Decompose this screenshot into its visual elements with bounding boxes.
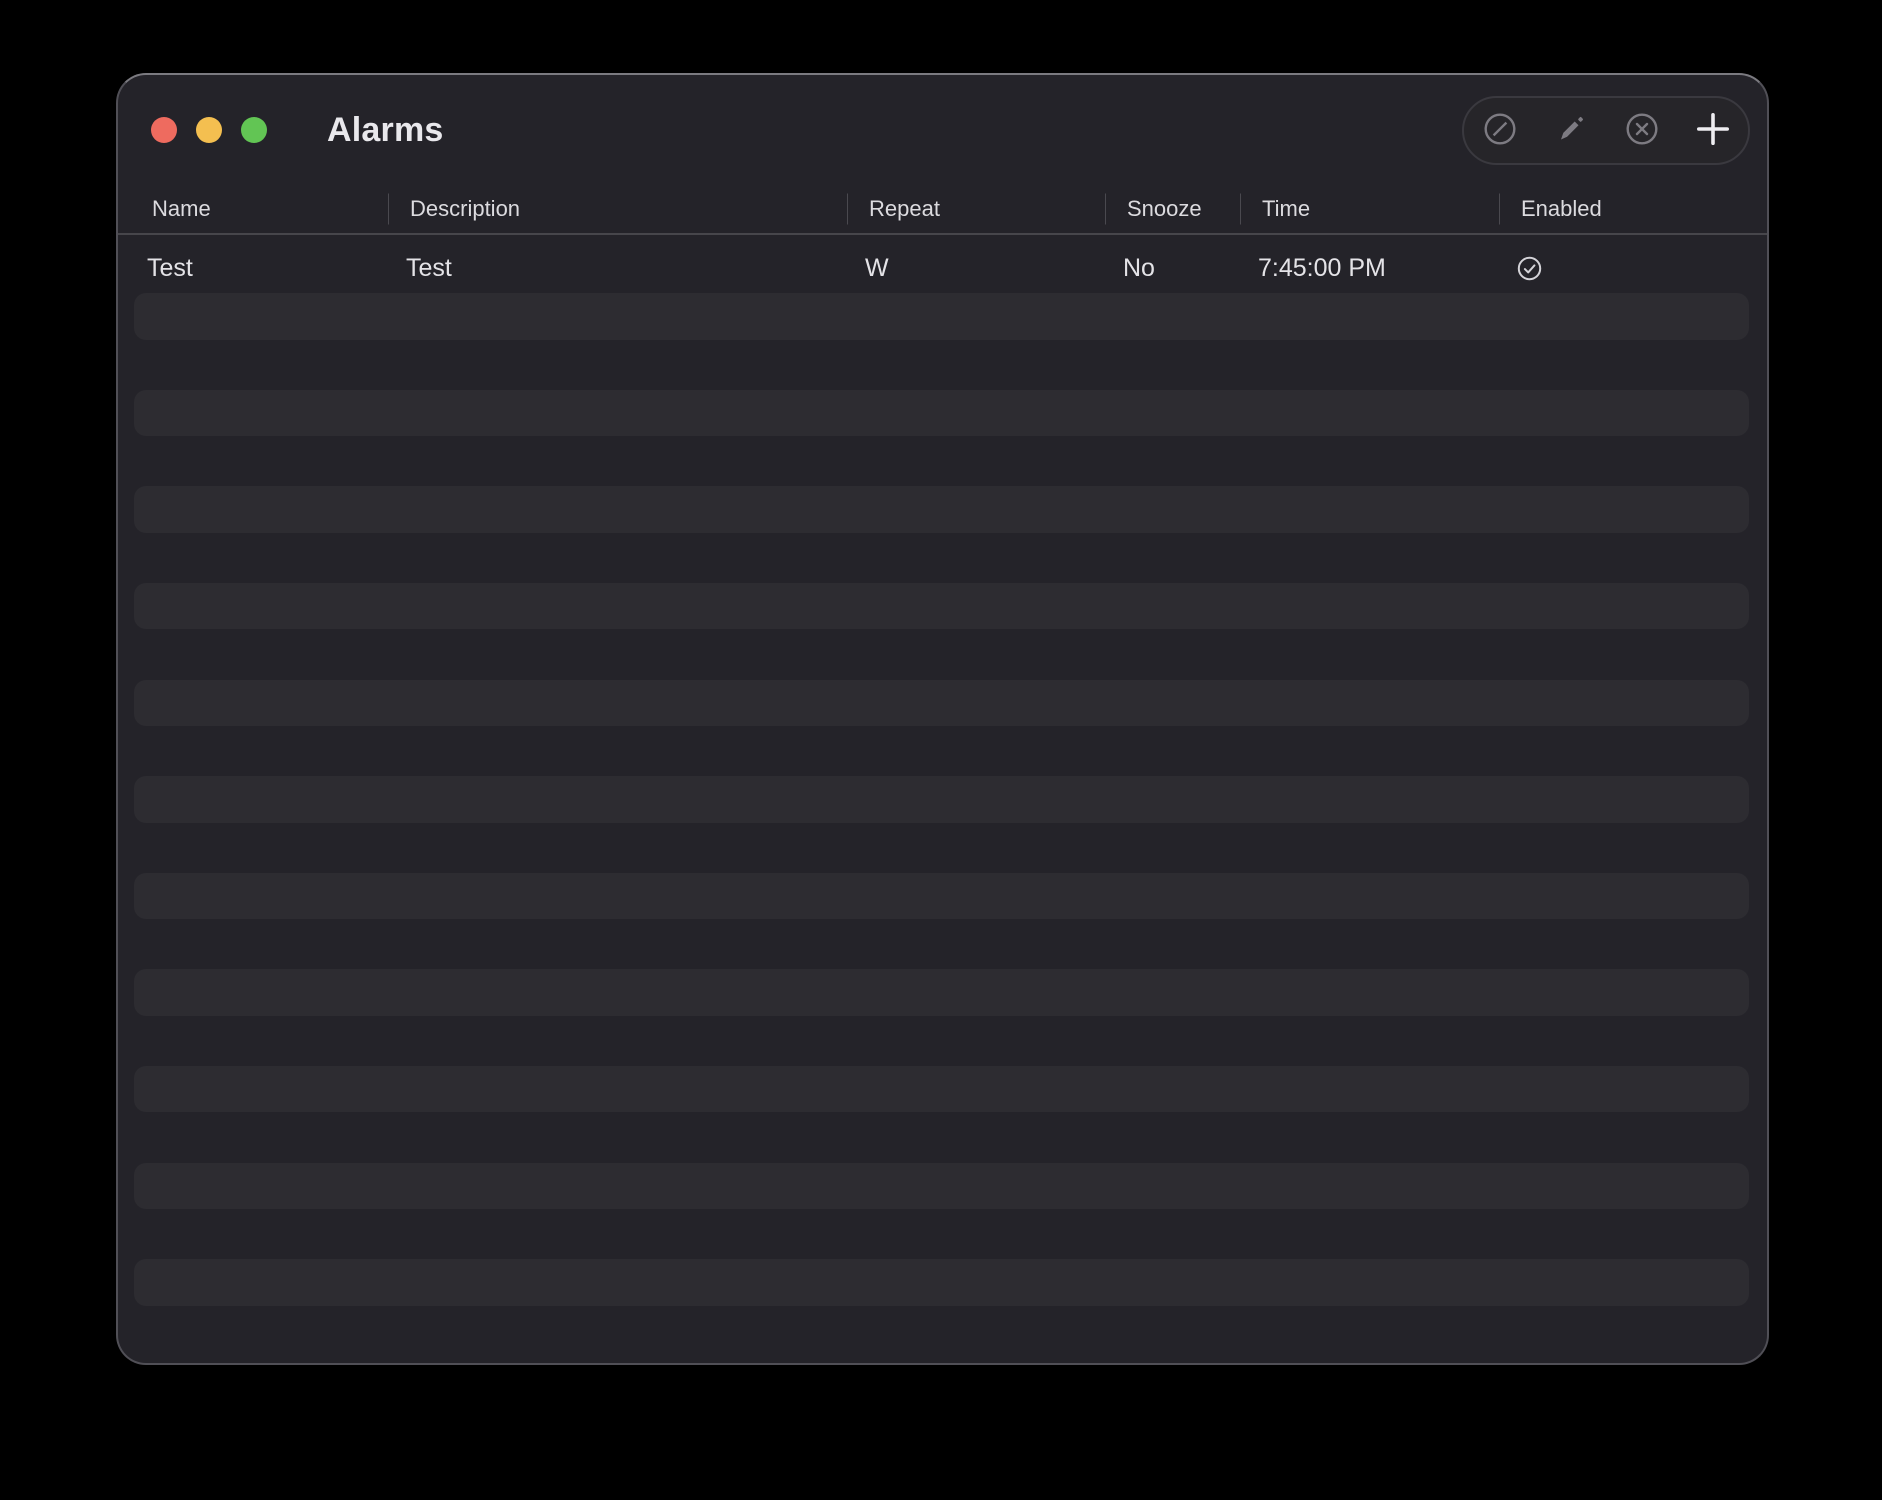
window-title: Alarms (327, 110, 444, 149)
column-header-snooze[interactable]: Snooze (1105, 185, 1240, 233)
alarm-row[interactable]: Test Test W No 7:45:00 PM (118, 244, 1767, 292)
empty-row (118, 968, 1767, 1017)
traffic-lights (151, 117, 267, 143)
edit-alarm-button[interactable] (1535, 98, 1606, 163)
empty-row (118, 534, 1767, 582)
column-header-description[interactable]: Description (388, 185, 847, 233)
table-header: Name Description Repeat Snooze Time Enabled (118, 185, 1767, 235)
cell-enabled (1499, 256, 1767, 281)
empty-row (118, 1113, 1767, 1161)
empty-row (118, 1162, 1767, 1210)
column-header-name[interactable]: Name (118, 185, 388, 233)
empty-row (118, 292, 1767, 340)
column-header-time[interactable]: Time (1240, 185, 1499, 233)
table-body: Test Test W No 7:45:00 PM (118, 235, 1767, 1355)
toolbar (1462, 95, 1750, 165)
desktop-background: Alarms Name Description Repeat Snooze Ti… (0, 0, 1882, 1500)
cell-name: Test (147, 253, 193, 282)
empty-row (118, 341, 1767, 389)
close-button[interactable] (151, 117, 177, 143)
plus-icon (1695, 111, 1731, 150)
alarms-window: Alarms Name Description Repeat Snooze Ti… (116, 73, 1769, 1365)
add-alarm-button[interactable] (1677, 98, 1748, 163)
check-circle-icon (1517, 256, 1542, 281)
minimize-button[interactable] (196, 117, 222, 143)
cell-repeat: W (865, 253, 889, 282)
cell-snooze: No (1123, 253, 1155, 282)
empty-row (118, 727, 1767, 775)
column-header-enabled[interactable]: Enabled (1499, 185, 1767, 233)
empty-row (118, 1258, 1767, 1306)
alarms-table: Name Description Repeat Snooze Time Enabled T… (118, 185, 1767, 1355)
empty-row (118, 872, 1767, 920)
pencil-icon (1555, 113, 1587, 148)
remove-alarm-button[interactable] (1606, 98, 1677, 163)
circle-x-icon (1625, 112, 1659, 149)
cell-description: Test (406, 253, 452, 282)
empty-row (118, 582, 1767, 630)
circle-slash-icon (1483, 112, 1517, 149)
cell-time: 7:45:00 PM (1258, 253, 1386, 282)
empty-row (118, 630, 1767, 678)
empty-row (118, 824, 1767, 872)
empty-row (118, 1307, 1767, 1355)
titlebar: Alarms (118, 75, 1767, 185)
empty-row (118, 1210, 1767, 1258)
empty-row (118, 437, 1767, 485)
empty-row (118, 1017, 1767, 1065)
empty-row (118, 1065, 1767, 1113)
empty-row (118, 485, 1767, 534)
empty-row (118, 389, 1767, 437)
empty-row (118, 775, 1767, 823)
column-header-repeat[interactable]: Repeat (847, 185, 1105, 233)
empty-row (118, 679, 1767, 727)
zoom-button[interactable] (241, 117, 267, 143)
disable-alarm-button[interactable] (1464, 98, 1535, 163)
empty-row (118, 920, 1767, 968)
